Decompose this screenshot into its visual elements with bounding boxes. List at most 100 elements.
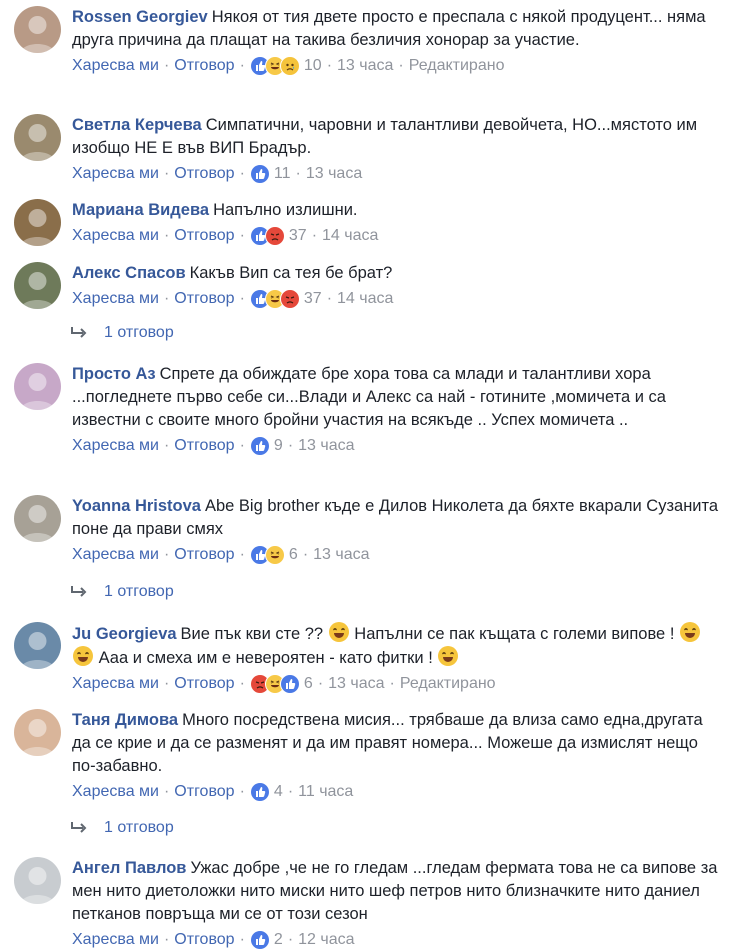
reaction-count[interactable]: 11 [274,165,291,183]
separator: · [311,227,318,244]
separator: · [239,227,245,244]
comment-author[interactable]: Yoanna Hristova [72,497,201,515]
edited-label[interactable]: Редактирано [409,57,505,75]
reaction-summary[interactable] [249,674,300,694]
grinning-sweat-emoji-icon [680,622,700,642]
comment-text: Мариана Видева Напълно излишни. [72,199,722,222]
reply-button[interactable]: Отговор [174,290,234,308]
reaction-count[interactable]: 37 [304,290,322,308]
comment-text: Светла Керчева Симпатични, чаровни и тала… [72,114,722,160]
reaction-count[interactable]: 4 [274,783,283,801]
like-button[interactable]: Харесва ми [72,931,159,949]
comment-body: Ju Georgieva Вие пък кви сте ?? Напълни с… [72,622,722,696]
avatar[interactable] [14,857,61,904]
reaction-count[interactable]: 2 [274,931,283,949]
reply-button[interactable]: Отговор [174,675,234,693]
like-button[interactable]: Харесва ми [72,57,159,75]
reaction-summary[interactable] [249,782,270,802]
like-button[interactable]: Харесва ми [72,290,159,308]
comment-body: Алекс Спасов Какъв Вип са тея бе брат? Хар… [72,262,722,311]
separator: · [302,546,309,563]
reply-button[interactable]: Отговор [174,931,234,949]
comment-timestamp[interactable]: 14 часа [322,227,378,245]
comment-timestamp[interactable]: 13 часа [298,437,354,455]
view-replies-link[interactable]: 1 отговор [68,819,174,837]
separator: · [317,675,324,692]
comment-text: Rossen Georgiev Някоя от тия двете просто… [72,6,722,52]
reaction-summary[interactable] [249,164,270,184]
comment-timestamp[interactable]: 12 часа [298,931,354,949]
reaction-count[interactable]: 9 [274,437,283,455]
comment-text: Ангел Павлов Ужас добре ,че не го гледам … [72,857,722,926]
comment-author[interactable]: Просто Аз [72,365,156,383]
haha-reaction-icon [264,545,285,565]
view-replies-link[interactable]: 1 отговор [68,324,174,342]
like-button[interactable]: Харесва ми [72,675,159,693]
avatar[interactable] [14,199,61,246]
reply-button[interactable]: Отговор [174,165,234,183]
like-reaction-icon [249,436,270,456]
comment-timestamp[interactable]: 13 часа [337,57,393,75]
comment-text-part: Напълни се пак къщата с големи випове ! [349,625,679,643]
comment-actions: Харесва ми · Отговор · 6 · 13 часа · Редактирано [72,672,722,696]
avatar[interactable] [14,709,61,756]
view-replies-link[interactable]: 1 отговор [68,583,174,601]
reply-arrow-icon [68,584,90,600]
like-button[interactable]: Харесва ми [72,165,159,183]
comment-author[interactable]: Ju Georgieva [72,625,177,643]
reaction-summary[interactable] [249,289,300,309]
reply-button[interactable]: Отговор [174,437,234,455]
separator: · [163,783,170,800]
like-button[interactable]: Харесва ми [72,783,159,801]
reply-button[interactable]: Отговор [174,783,234,801]
reaction-summary[interactable] [249,226,285,246]
comment-body: Yoanna Hristova Abe Big brother къде е Ди… [72,495,722,567]
reaction-count[interactable]: 10 [304,57,322,75]
reaction-summary[interactable] [249,56,300,76]
reaction-summary[interactable] [249,930,270,950]
separator: · [239,931,245,948]
comment-text-part: Вие пък кви сте ?? [180,625,328,643]
avatar[interactable] [14,114,61,161]
comment-timestamp[interactable]: 13 часа [313,546,369,564]
separator: · [239,57,245,74]
separator: · [163,165,170,182]
comment-author[interactable]: Rossen Georgiev [72,8,208,26]
avatar[interactable] [14,495,61,542]
comment-author[interactable]: Ангел Павлов [72,859,186,877]
reaction-summary[interactable] [249,436,270,456]
avatar[interactable] [14,622,61,669]
separator: · [163,931,170,948]
avatar[interactable] [14,363,61,410]
comment-timestamp[interactable]: 13 часа [328,675,384,693]
reaction-count[interactable]: 6 [304,675,313,693]
avatar[interactable] [14,6,61,53]
like-button[interactable]: Харесва ми [72,437,159,455]
separator: · [239,290,245,307]
like-button[interactable]: Харесва ми [72,227,159,245]
avatar[interactable] [14,262,61,309]
separator: · [287,783,294,800]
comment-author[interactable]: Алекс Спасов [72,264,186,282]
comment-timestamp[interactable]: 14 часа [337,290,393,308]
reaction-count[interactable]: 6 [289,546,298,564]
edited-label[interactable]: Редактирано [400,675,496,693]
like-button[interactable]: Харесва ми [72,546,159,564]
separator: · [163,546,170,563]
reaction-count[interactable]: 37 [289,227,307,245]
comment-timestamp[interactable]: 13 часа [306,165,362,183]
comment-body: Светла Керчева Симпатични, чаровни и тала… [72,114,722,186]
comment-author[interactable]: Таня Димова [72,711,178,729]
reply-button[interactable]: Отговор [174,546,234,564]
like-reaction-icon [249,782,270,802]
comment-text-content: Какъв Вип са тея бе брат? [189,264,393,282]
reply-button[interactable]: Отговор [174,227,234,245]
reaction-summary[interactable] [249,545,285,565]
comment-author[interactable]: Светла Керчева [72,116,202,134]
reply-button[interactable]: Отговор [174,57,234,75]
comment-timestamp[interactable]: 11 часа [298,783,353,801]
rofl-emoji-icon [328,622,349,642]
comment-text-part: Ааа и смеха им е невероятен - като фитки… [94,649,438,667]
separator: · [163,290,170,307]
comment-author[interactable]: Мариана Видева [72,201,209,219]
